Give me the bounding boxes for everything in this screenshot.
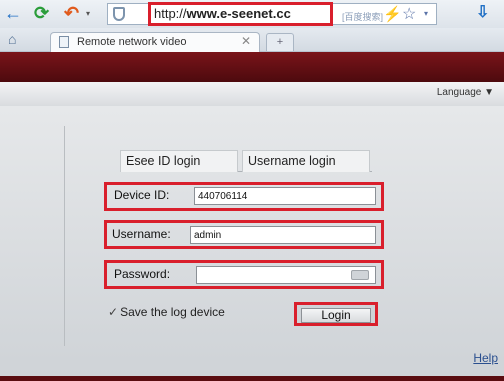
username-label: Username:	[112, 227, 171, 241]
page-footer-bar	[0, 376, 504, 381]
save-device-label: Save the log device	[120, 305, 225, 319]
login-highlight-box: Login	[294, 302, 378, 326]
device-id-field[interactable]	[194, 187, 376, 205]
divider	[64, 126, 65, 346]
save-device-checkbox-row[interactable]: ✓ Save the log device	[108, 305, 225, 319]
login-panel: Esee ID login Username login Device ID: …	[0, 106, 504, 376]
tab-title: Remote network video	[77, 36, 187, 48]
refresh-icon[interactable]: ⟳	[34, 3, 49, 23]
undo-dropdown-icon[interactable]: ▾	[86, 9, 90, 18]
password-label: Password:	[114, 267, 171, 281]
help-link[interactable]: Help	[473, 351, 498, 365]
home-icon[interactable]: ⌂	[8, 31, 16, 47]
favorite-star-icon[interactable]: ☆	[402, 4, 416, 24]
password-field[interactable]	[196, 266, 376, 284]
download-icon[interactable]: ⇩	[476, 2, 489, 22]
address-dropdown-icon[interactable]: ▾	[424, 9, 428, 18]
tab-esee-id-login[interactable]: Esee ID login	[120, 150, 238, 172]
device-id-label: Device ID:	[114, 188, 170, 202]
lightning-icon[interactable]: ⚡	[383, 5, 402, 23]
keyboard-icon[interactable]	[351, 270, 369, 280]
checkbox-icon[interactable]: ✓	[108, 305, 118, 319]
username-field[interactable]	[190, 226, 376, 244]
back-arrow-icon[interactable]: ←	[4, 3, 22, 23]
page-icon	[59, 36, 69, 48]
new-tab-button[interactable]: +	[266, 33, 294, 51]
login-tabs: Esee ID login Username login	[120, 150, 372, 172]
language-menu[interactable]: Language ▼	[437, 87, 494, 98]
tab-username-login[interactable]: Username login	[242, 150, 370, 172]
url-text[interactable]: http://www.e-seenet.cc	[154, 6, 330, 21]
undo-icon[interactable]: ↶	[64, 3, 79, 23]
page-banner	[0, 52, 504, 82]
address-bar[interactable]: http://www.e-seenet.cc [百度搜索] ⚡ ☆ ▾	[107, 2, 437, 26]
browser-navigation-bar: ← ⟳ ↶ ▾ http://www.e-seenet.cc [百度搜索] ⚡ …	[0, 0, 504, 28]
browser-tab[interactable]: Remote network video ✕	[50, 32, 260, 52]
browser-tab-bar: ⌂ Remote network video ✕ +	[0, 28, 504, 52]
language-strip: Language ▼	[0, 82, 504, 106]
login-button[interactable]: Login	[301, 308, 371, 323]
shield-icon	[113, 7, 125, 21]
search-hint-text: [百度搜索]	[342, 12, 384, 22]
close-icon[interactable]: ✕	[241, 34, 251, 48]
